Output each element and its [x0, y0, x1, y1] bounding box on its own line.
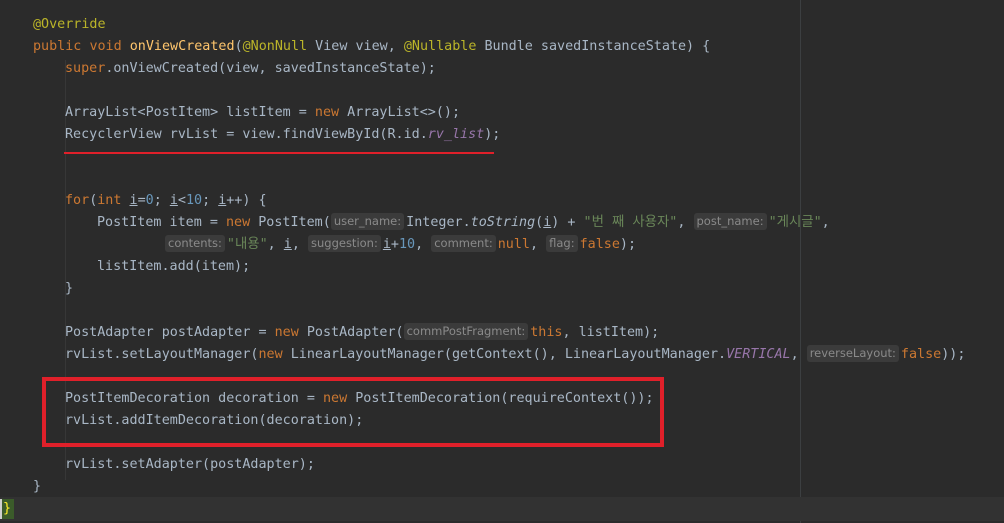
op-plus: + [390, 237, 399, 252]
comma: , [821, 215, 830, 230]
red-underline-annotation [64, 152, 494, 154]
current-line-highlight [0, 497, 1004, 521]
kw-new: new [314, 105, 340, 120]
op-inc: ++) { [226, 193, 267, 208]
kw-false: false [900, 347, 942, 362]
code-line-adapter[interactable]: PostAdapter postAdapter = new PostAdapte… [65, 322, 659, 344]
param-hint-comm-post-fragment: commPostFragment: [403, 323, 529, 340]
arraylist-type: ArrayList<PostItem> listItem = [65, 105, 315, 120]
rv-list-field: rv_list [427, 127, 485, 142]
linear-layout-manager: LinearLayoutManager(getContext(), Linear… [282, 347, 727, 362]
comma: , [677, 215, 694, 230]
set-adapter-call: rvList.setAdapter(postAdapter); [65, 457, 315, 472]
code-line-super[interactable]: super.onViewCreated(view, savedInstanceS… [65, 58, 436, 80]
rv-decl-text: RecyclerView rvList = view.findViewById(… [65, 127, 428, 142]
var-i: i [283, 237, 292, 252]
string-contents: "내용" [226, 237, 268, 252]
code-line-for-close[interactable]: } [65, 278, 73, 300]
postitem-decl: PostItem item = [97, 215, 226, 230]
kw-int: int [97, 193, 122, 208]
param-hint-reverse-layout: reverseLayout: [806, 345, 899, 362]
nonnull-annotation: @NonNull [242, 39, 308, 54]
arraylist-rest: ArrayList<>(); [339, 105, 461, 120]
kw-for: for [65, 193, 90, 208]
kw-new: new [274, 325, 299, 340]
comma: , [291, 237, 308, 252]
kw-null: null [497, 237, 530, 252]
paren: ( [535, 215, 544, 230]
comma: , [790, 347, 807, 362]
set-layout-manager: rvList.setLayoutManager( [65, 347, 259, 362]
param-hint-contents: contents: [165, 235, 225, 252]
kw-void: void [89, 39, 122, 54]
tostring-method: toString [470, 215, 536, 230]
close-brace: } [65, 281, 74, 296]
var-i: i [169, 193, 178, 208]
kw-this: this [530, 325, 563, 340]
comma: , [415, 237, 432, 252]
var-i: i [382, 237, 391, 252]
param-hint-post-name: post_name: [693, 213, 767, 230]
code-line-layout-manager[interactable]: rvList.setLayoutManager(new LinearLayout… [65, 344, 965, 366]
kw-public: public [33, 39, 82, 54]
param-hint-user-name: user_name: [330, 213, 405, 230]
kw-new: new [258, 347, 283, 362]
comma: , [267, 237, 284, 252]
vertical-field: VERTICAL [726, 347, 791, 362]
comma: , [529, 237, 547, 252]
postitem-ctor: PostItem( [250, 215, 331, 230]
param-view: View view, [307, 39, 404, 54]
code-line-annotation[interactable]: @Override [33, 14, 106, 36]
adapter-ctor: PostAdapter( [298, 325, 404, 340]
param-hint-comment: comment: [431, 235, 496, 252]
paren: ( [234, 39, 243, 54]
num-ten: 10 [185, 193, 203, 208]
var-i: i [129, 193, 138, 208]
code-line-postitem-args[interactable]: contents: "내용", i, suggestion: i+10, comme… [165, 234, 636, 256]
override-annotation: @Override [33, 17, 106, 32]
kw-super: super [65, 61, 106, 76]
string-user: "번 째 사용자" [583, 215, 678, 230]
add-item-call: listItem.add(item); [97, 259, 251, 274]
code-line-arraylist[interactable]: ArrayList<PostItem> listItem = new Array… [65, 102, 460, 124]
statement-end: ); [619, 237, 637, 252]
nullable-annotation: @Nullable [403, 39, 477, 54]
num-zero: 0 [145, 193, 154, 208]
integer-class: Integer. [406, 215, 471, 230]
code-line-for[interactable]: for(int i=0; i<10; i++) { [65, 190, 267, 212]
super-rest: .onViewCreated(view, savedInstanceState)… [105, 61, 436, 76]
param-hint-suggestion: suggestion: [307, 235, 381, 252]
code-line-signature[interactable]: public void onViewCreated(@NonNull View … [33, 36, 710, 58]
close-brace: } [33, 479, 42, 494]
op-lt: < [177, 193, 186, 208]
param-bundle: Bundle savedInstanceState) { [476, 39, 711, 54]
code-editor[interactable]: @Override public void onViewCreated(@Non… [0, 0, 1004, 523]
kw-false: false [579, 237, 620, 252]
right-margin-guide [800, 0, 801, 523]
adapter-decl: PostAdapter postAdapter = [65, 325, 275, 340]
code-line-add-item[interactable]: listItem.add(item); [97, 256, 250, 278]
kw-new: new [226, 215, 251, 230]
statement-end: )); [941, 347, 966, 362]
method-name: onViewCreated [129, 39, 235, 54]
code-line-class-close[interactable]: } [3, 498, 11, 520]
code-line-recyclerview[interactable]: RecyclerView rvList = view.findViewById(… [65, 124, 500, 146]
code-line-postitem[interactable]: PostItem item = new PostItem(user_name: I… [97, 212, 830, 234]
code-line-method-close[interactable]: } [33, 476, 41, 498]
num-ten: 10 [398, 237, 416, 252]
semicolon: ; [202, 193, 219, 208]
param-hint-flag: flag: [546, 235, 578, 252]
semicolon: ; [153, 193, 170, 208]
adapter-args-end: , listItem); [562, 325, 660, 340]
close-brace: } [3, 501, 12, 516]
rv-decl-end: ); [484, 127, 501, 142]
concat: ) + [551, 215, 584, 230]
red-box-annotation [42, 377, 664, 447]
op-eq: = [137, 193, 146, 208]
string-post: "게시글" [768, 215, 822, 230]
code-line-set-adapter[interactable]: rvList.setAdapter(postAdapter); [65, 454, 315, 476]
